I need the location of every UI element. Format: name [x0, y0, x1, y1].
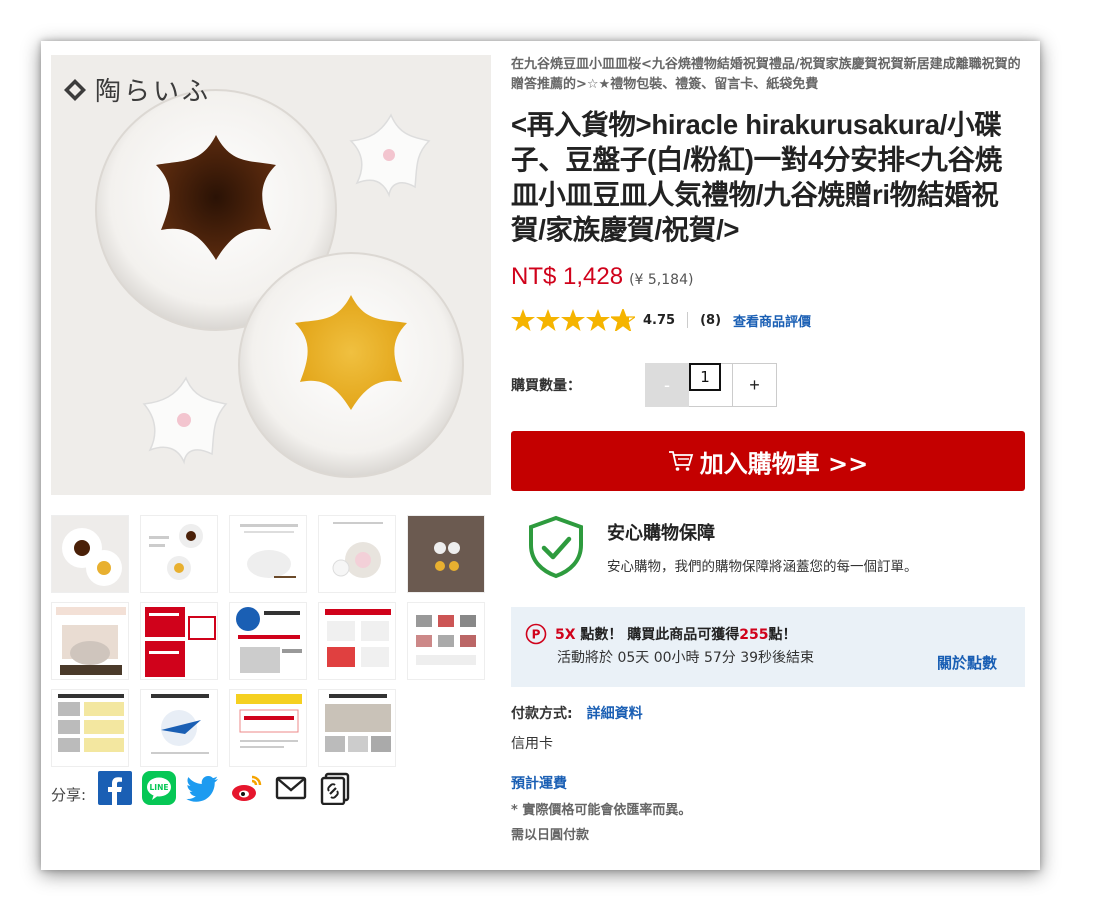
thumbnail-12[interactable]	[140, 689, 218, 767]
shipping-estimate-link[interactable]: 預計運費	[511, 773, 1025, 793]
price-twd: NT$ 1,428	[511, 263, 624, 290]
star-icon	[561, 309, 585, 331]
jpy-payment-note: 需以日圓付款	[511, 828, 590, 843]
payment-section: 付款方式: 詳細資料 信用卡 預計運費 * 實際價格可能會依匯率而異。 需以日圓…	[511, 703, 1025, 843]
brand-logo: 陶らいふ	[63, 71, 211, 108]
thumbnail-5[interactable]	[407, 515, 485, 593]
cart-icon	[668, 451, 693, 471]
star-icon	[536, 309, 560, 331]
points-promo-box: P 5X 點數！ 購買此商品可獲得255點！ 活動將於 05天 00小時 57分…	[511, 607, 1025, 687]
review-count: (8)	[700, 312, 722, 328]
thumbnail-13[interactable]	[229, 689, 307, 767]
quantity-field[interactable]: 1	[689, 363, 733, 407]
product-photo-illustration	[51, 55, 491, 495]
guarantee-title: 安心購物保障	[607, 523, 715, 544]
brand-diamond-icon	[64, 78, 86, 101]
points-headline: P 5X 點數！ 購買此商品可獲得255點！	[525, 623, 1025, 645]
thumbnail-11[interactable]	[51, 689, 129, 767]
thumbnail-1[interactable]	[51, 515, 129, 593]
thumbnail-4[interactable]	[318, 515, 396, 593]
star-rating	[511, 309, 635, 331]
points-text-b: 點！	[768, 627, 797, 643]
share-label: 分享:	[51, 785, 87, 804]
view-reviews-link[interactable]: 查看商品評價	[733, 311, 811, 330]
payment-label: 付款方式:	[511, 706, 573, 722]
star-icon	[511, 309, 535, 331]
product-info: 在九谷焼豆皿小皿皿桜<九谷焼禮物結婚祝賀禮品/祝賀家族慶賀祝賀新居建成離職祝賀的…	[511, 55, 1025, 843]
svg-text:LINE: LINE	[150, 783, 169, 792]
payment-method: 信用卡	[511, 736, 553, 752]
line-icon[interactable]: LINE	[142, 771, 177, 805]
about-points-link[interactable]: 關於點數	[937, 652, 997, 673]
mail-icon[interactable]	[274, 771, 308, 805]
thumbnail-7[interactable]	[140, 602, 218, 680]
thumbnail-8[interactable]	[229, 602, 307, 680]
rating-value: 4.75	[643, 312, 676, 328]
main-product-image[interactable]: 陶らいふ	[51, 55, 491, 495]
thumbnail-3[interactable]	[229, 515, 307, 593]
price-jpy: (¥ 5,184)	[629, 272, 694, 288]
rating-row: 4.75 (8) 查看商品評價	[511, 309, 1025, 331]
purchase-guarantee: 安心購物保障 安心購物，我們的購物保障將涵蓋您的每一個訂單。	[511, 515, 1025, 579]
thumbnail-14[interactable]	[318, 689, 396, 767]
add-to-cart-label: 加入購物車 >>	[699, 449, 869, 478]
twitter-icon[interactable]	[186, 771, 220, 805]
star-partial-icon	[611, 309, 635, 331]
points-multiplier: 5X	[555, 627, 576, 643]
points-text-a: 點數！ 購買此商品可獲得	[580, 627, 740, 643]
quantity-increase-button[interactable]: +	[733, 363, 777, 407]
add-to-cart-button[interactable]: 加入購物車 >>	[511, 431, 1025, 491]
thumbnail-10[interactable]	[407, 602, 485, 680]
weibo-icon[interactable]	[230, 771, 264, 805]
quantity-row: 購買數量： - 1 +	[511, 363, 1025, 407]
price-row: NT$ 1,428 (¥ 5,184)	[511, 263, 1025, 291]
shield-check-icon	[529, 515, 583, 579]
quantity-label: 購買數量：	[511, 378, 581, 394]
product-title: <再入貨物>hiracle hirakurusakura/小碟子、豆盤子(白/粉…	[511, 109, 1003, 245]
brand-text: 陶らいふ	[95, 77, 212, 107]
rating-divider	[687, 312, 689, 328]
thumbnail-9[interactable]	[318, 602, 396, 680]
category-description: 在九谷焼豆皿小皿皿桜<九谷焼禮物結婚祝賀禮品/祝賀家族慶賀祝賀新居建成離職祝賀的…	[511, 57, 1021, 92]
thumbnail-grid	[51, 515, 491, 767]
thumbnail-6[interactable]	[51, 602, 129, 680]
quantity-decrease-button[interactable]: -	[645, 363, 689, 407]
exchange-rate-note: * 實際價格可能會依匯率而異。	[511, 803, 692, 818]
payment-details-link[interactable]: 詳細資料	[587, 703, 643, 723]
guarantee-description: 安心購物，我們的購物保障將涵蓋您的每一個訂單。	[607, 559, 918, 575]
svg-text:P: P	[532, 628, 541, 642]
payment-row: 付款方式: 詳細資料	[511, 703, 1025, 723]
points-amount: 255	[739, 627, 769, 643]
points-p-icon: P	[525, 623, 547, 645]
star-icon	[586, 309, 610, 331]
share-bar: 分享: LINE	[51, 771, 352, 805]
quantity-input[interactable]: 1	[689, 363, 721, 391]
facebook-icon[interactable]	[98, 771, 133, 805]
thumbnail-2[interactable]	[140, 515, 218, 593]
product-card: 陶らいふ 分享: LINE 在九谷焼豆皿小皿皿桜<九谷焼禮物結婚祝賀禮品/祝賀家…	[41, 41, 1040, 870]
copy-link-icon[interactable]	[318, 771, 352, 805]
